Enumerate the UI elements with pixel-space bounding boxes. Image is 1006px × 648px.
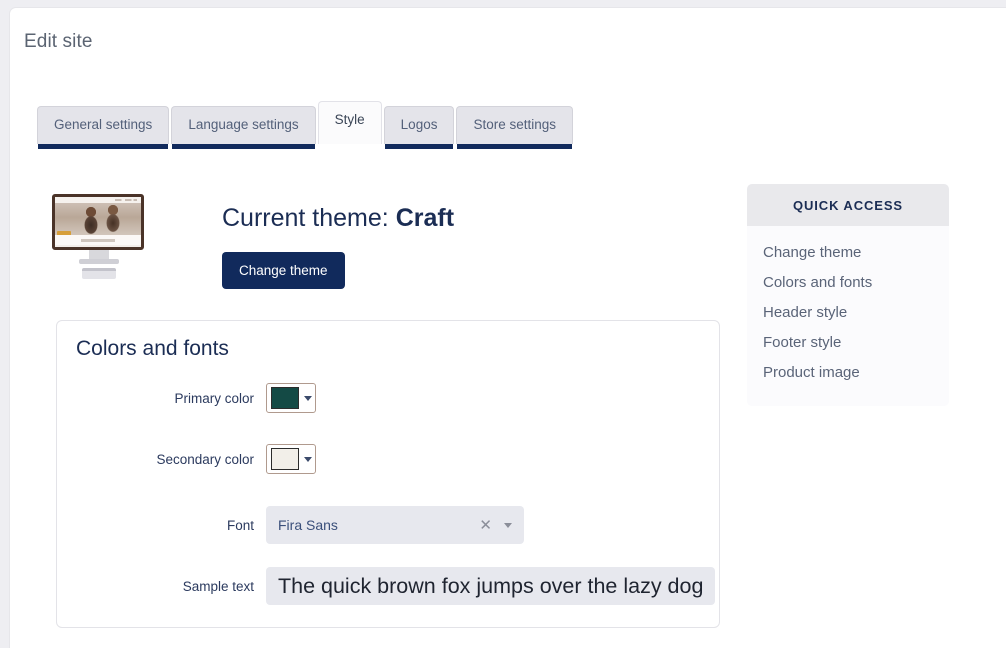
colors-and-fonts-panel: Colors and fonts Primary color Secondary… — [56, 320, 720, 628]
page-card: Edit site General settings Language sett… — [10, 8, 1006, 648]
font-row: Font Fira Sans ✕ — [57, 506, 719, 544]
primary-color-picker[interactable] — [266, 383, 316, 413]
theme-info: Current theme: Craft Change theme — [222, 190, 454, 289]
settings-tabs: General settings Language settings Style… — [37, 101, 575, 148]
primary-color-row: Primary color — [57, 383, 719, 413]
font-select[interactable]: Fira Sans ✕ — [266, 506, 524, 544]
tab-logos[interactable]: Logos — [383, 106, 455, 148]
close-x-icon[interactable]: ✕ — [479, 518, 492, 533]
chevron-down-icon — [304, 395, 312, 401]
quick-access-header: QUICK ACCESS — [747, 184, 949, 226]
quick-link-colors-and-fonts[interactable]: Colors and fonts — [763, 268, 949, 298]
secondary-color-swatch — [271, 448, 299, 470]
font-label: Font — [226, 517, 254, 533]
chevron-down-icon — [304, 456, 312, 462]
quick-link-product-image[interactable]: Product image — [763, 358, 949, 388]
current-theme-heading: Current theme: Craft — [222, 206, 454, 231]
chevron-down-icon[interactable] — [504, 522, 512, 528]
colors-and-fonts-title: Colors and fonts — [76, 337, 229, 360]
tab-style[interactable]: Style — [317, 101, 382, 144]
sample-text-input[interactable]: The quick brown fox jumps over the lazy … — [266, 567, 715, 605]
quick-link-footer-style[interactable]: Footer style — [763, 328, 949, 358]
sample-text-label: Sample text — [182, 578, 254, 594]
secondary-color-label: Secondary color — [156, 451, 254, 467]
secondary-color-row: Secondary color — [57, 444, 719, 474]
secondary-color-picker[interactable] — [266, 444, 316, 474]
primary-color-label: Primary color — [174, 390, 254, 406]
change-theme-button[interactable]: Change theme — [222, 252, 345, 289]
current-theme-name: Craft — [395, 204, 455, 232]
primary-color-swatch — [271, 387, 299, 409]
sample-text-row: Sample text The quick brown fox jumps ov… — [57, 567, 719, 605]
quick-link-change-theme[interactable]: Change theme — [763, 238, 949, 268]
desktop-monitor-preview-icon — [52, 194, 146, 279]
quick-access-links: Change theme Colors and fonts Header sty… — [747, 226, 949, 406]
current-theme-prefix: Current theme: — [222, 204, 396, 232]
tab-language-settings[interactable]: Language settings — [171, 106, 316, 148]
quick-access-panel: QUICK ACCESS Change theme Colors and fon… — [747, 184, 949, 406]
tab-general-settings[interactable]: General settings — [37, 106, 170, 148]
tab-store-settings[interactable]: Store settings — [456, 106, 574, 148]
quick-link-header-style[interactable]: Header style — [763, 298, 949, 328]
font-selected-value: Fira Sans — [278, 517, 338, 533]
current-theme-section: Current theme: Craft Change theme — [52, 190, 454, 289]
page-title: Edit site — [24, 31, 93, 52]
